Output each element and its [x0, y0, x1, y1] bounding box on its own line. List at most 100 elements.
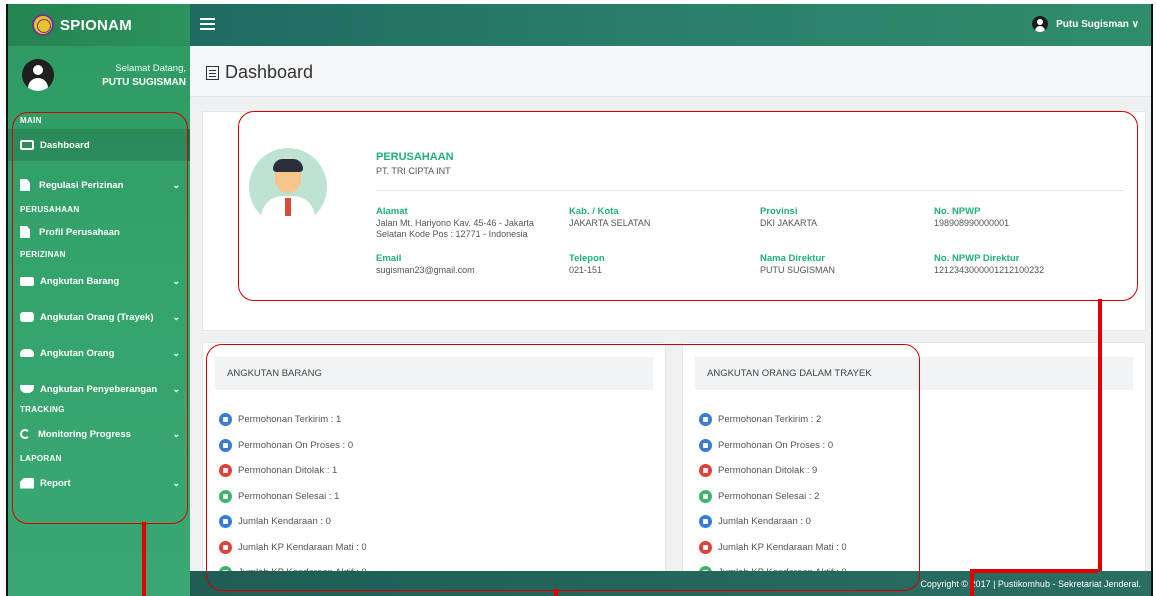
field-email: Email sugisman23@gmail.com [376, 253, 475, 276]
field-label: Provinsi [760, 206, 798, 217]
brand[interactable]: SPIONAM [8, 4, 190, 46]
sidebar-item-label: Report [40, 477, 71, 489]
stats-list-item: Permohonan Ditolak : 9 [699, 458, 847, 484]
stats-list-item: Permohonan On Proses : 0 [699, 433, 847, 459]
sidebar-item-label: Angkutan Barang [40, 275, 120, 287]
field-value: Selatan Kode Pos : 12771 - Indonesia [376, 229, 528, 239]
field-label: No. NPWP Direktur [934, 253, 1020, 264]
sidebar-item-label: Angkutan Penyeberangan [40, 383, 158, 395]
stats-angkutan-trayek-card: ANGKUTAN ORANG DALAM TRAYEK Permohonan T… [682, 342, 1146, 580]
annotation-line [974, 569, 1098, 573]
section-perizinan: PERIZINAN [20, 250, 66, 259]
hamburger-menu-icon[interactable] [200, 18, 215, 30]
stats-angkutan-barang-card: ANGKUTAN BARANG Permohonan Terkirim : 1 P… [202, 342, 666, 580]
car-icon [20, 349, 34, 357]
chart-icon [20, 477, 34, 489]
sidebar-item-label: Monitoring Progress [38, 428, 131, 440]
list-icon [206, 65, 219, 80]
field-alamat: Alamat Jalan Mt. Hariyono Kav. 45-46 - J… [376, 206, 534, 241]
sidebar-item-profil-perusahaan[interactable]: Profil Perusahaan [8, 218, 190, 246]
status-icon [219, 489, 232, 503]
field-kota: Kab. / Kota JAKARTA SELATAN [569, 206, 650, 229]
section-laporan: LAPORAN [20, 454, 62, 463]
field-npwp-direktur: No. NPWP Direktur 1212343000001212100232 [934, 253, 1044, 276]
user-menu-button[interactable]: Putu Sugisman ∨ [1032, 16, 1139, 32]
stats-list-item-label: Permohonan Ditolak : 9 [718, 465, 818, 477]
field-value: DKI JAKARTA [760, 217, 818, 228]
page-title: Dashboard [206, 62, 313, 83]
page-title-text: Dashboard [225, 62, 314, 82]
stats-list-item-label: Permohonan On Proses : 0 [238, 439, 354, 451]
stats-list-item: Permohonan Selesai : 2 [699, 484, 847, 510]
field-label: Nama Direktur [760, 253, 825, 264]
field-value: 1212343000001212100232 [934, 264, 1045, 275]
company-section-label: PERUSAHAAN [376, 151, 454, 163]
sync-icon [20, 429, 30, 439]
field-label: No. NPWP [934, 206, 981, 217]
sidebar-item-monitoring-progress[interactable]: Monitoring Progress ⌄ [8, 418, 190, 450]
stats-list-item: Permohonan Ditolak : 1 [219, 458, 367, 484]
field-value: PUTU SUGISMAN [760, 264, 836, 275]
field-value: Jalan Mt. Hariyono Kav. 45-46 - Jakarta [376, 217, 534, 228]
status-icon [699, 438, 712, 452]
app-window: SPIONAM Selamat Datang, PUTU SUGISMAN MA… [6, 4, 1153, 596]
sidebar-item-angkutan-orang[interactable]: Angkutan Orang ⌄ [8, 335, 190, 371]
sidebar-item-label: Profil Perusahaan [39, 226, 120, 238]
truck-icon [20, 276, 34, 286]
avatar [22, 59, 54, 91]
stats-list-item-label: Permohonan Selesai : 2 [718, 490, 820, 502]
sidebar: SPIONAM Selamat Datang, PUTU SUGISMAN MA… [8, 4, 190, 596]
footer: Copyright © 2017 | Pustikomhub - Sekreta… [190, 571, 1151, 596]
stats-list-item: Permohonan Selesai : 1 [219, 484, 367, 510]
sidebar-item-label: Angkutan Orang (Trayek) [40, 311, 154, 323]
field-provinsi: Provinsi DKI JAKARTA [760, 206, 817, 229]
page-header: Dashboard [190, 46, 1151, 97]
globe-logo-icon [32, 14, 54, 36]
sidebar-item-dashboard[interactable]: Dashboard [8, 129, 190, 161]
stats-list-item: Jumlah KP Kendaraan Mati : 0 [699, 535, 847, 561]
sidebar-item-label: Angkutan Orang [40, 347, 115, 359]
field-label: Telepon [569, 253, 605, 264]
stats-card-title: ANGKUTAN ORANG DALAM TRAYEK [695, 357, 1133, 390]
chevron-down-icon: ⌄ [172, 429, 180, 439]
stats-list-item-label: Permohonan Ditolak : 1 [238, 465, 338, 477]
brand-name: SPIONAM [60, 16, 133, 34]
sidebar-item-angkutan-penyeberangan[interactable]: Angkutan Penyeberangan ⌄ [8, 371, 190, 407]
stats-list: Permohonan Terkirim : 2 Permohonan On Pro… [699, 407, 847, 586]
sidebar-item-angkutan-barang[interactable]: Angkutan Barang ⌄ [8, 263, 190, 299]
field-nama-direktur: Nama Direktur PUTU SUGISMAN [760, 253, 835, 276]
stats-list-item-label: Permohonan Terkirim : 2 [718, 414, 822, 426]
chevron-down-icon: ⌄ [172, 312, 180, 322]
stats-list-item-label: Jumlah Kendaraan : 0 [718, 516, 811, 528]
document-icon [20, 179, 30, 191]
avatar [1032, 16, 1049, 32]
stats-list-item-label: Jumlah KP Kendaraan Mati : 0 [238, 541, 367, 553]
sidebar-item-angkutan-orang-trayek[interactable]: Angkutan Orang (Trayek) ⌄ [8, 299, 190, 335]
topbar-user-name: Putu Sugisman ∨ [1056, 18, 1139, 30]
stats-list-item: Jumlah Kendaraan : 0 [699, 509, 847, 535]
stats-list-item-label: Permohonan Terkirim : 1 [238, 414, 342, 426]
section-perusahaan: PERUSAHAAN [20, 205, 80, 214]
field-label: Kab. / Kota [569, 206, 619, 217]
sidebar-menu: MAIN Dashboard Regulasi Perizinan ⌄ PERU… [8, 112, 190, 499]
status-icon [699, 515, 712, 529]
annotation-line [554, 589, 558, 596]
annotation-line [142, 522, 146, 596]
status-icon [219, 464, 232, 478]
chevron-down-icon: ⌄ [172, 276, 180, 286]
footer-copyright: Copyright © 2017 | Pustikomhub - Sekreta… [920, 579, 1141, 589]
bus-icon [20, 312, 34, 322]
book-icon [20, 226, 30, 238]
status-icon [699, 464, 712, 478]
chevron-down-icon: ⌄ [172, 478, 180, 488]
chevron-down-icon: ⌄ [172, 180, 180, 190]
field-value: 198908990000001 [934, 217, 1010, 228]
stats-list-item: Permohonan Terkirim : 2 [699, 407, 847, 433]
status-icon [219, 515, 232, 529]
sidebar-item-label: Dashboard [40, 139, 90, 151]
status-icon [219, 438, 232, 452]
sidebar-item-regulasi-perizinan[interactable]: Regulasi Perizinan ⌄ [8, 169, 190, 201]
annotation-line [1098, 299, 1102, 571]
sidebar-item-report[interactable]: Report ⌄ [8, 467, 190, 499]
company-avatar-icon [249, 148, 327, 226]
